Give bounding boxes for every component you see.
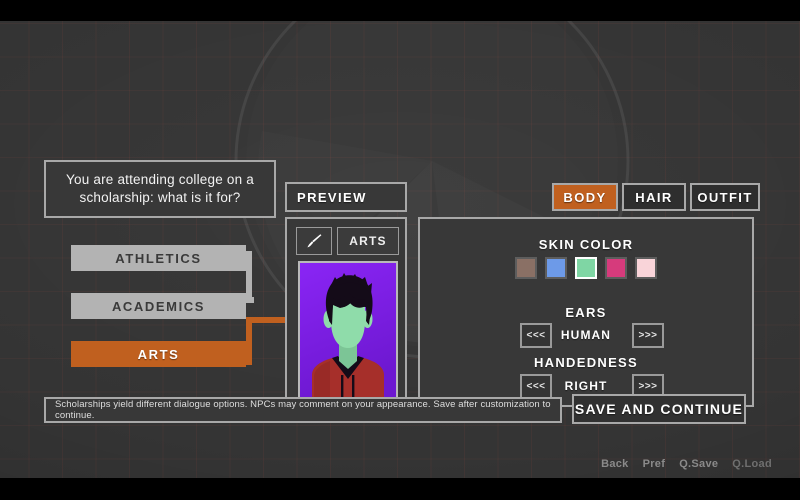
ears-value: HUMAN	[560, 328, 612, 342]
skin-swatch-3[interactable]	[605, 257, 627, 279]
tab-label: HAIR	[635, 189, 673, 205]
character-portrait-art	[300, 263, 396, 399]
quick-menu-qsave[interactable]: Q.Save	[679, 458, 718, 470]
quick-menu-back[interactable]: Back	[601, 458, 629, 470]
save-button-label: SAVE AND CONTINUE	[574, 401, 744, 417]
connector-rail-arts-horizontal	[246, 317, 286, 323]
choice-label: ACADEMICS	[111, 298, 206, 314]
save-and-continue-button[interactable]: SAVE AND CONTINUE	[572, 394, 746, 424]
preview-tag-button[interactable]: ARTS	[337, 227, 399, 255]
choice-button-athletics[interactable]: ATHLETICS	[71, 245, 246, 271]
quick-menu-pref[interactable]: Pref	[643, 458, 666, 470]
character-portrait	[298, 261, 398, 401]
connector-rail-academics-horizontal	[246, 297, 254, 303]
preview-label-text: PREVIEW	[297, 189, 367, 205]
quick-menu-qload[interactable]: Q.Load	[732, 458, 772, 470]
choice-label: ATHLETICS	[115, 250, 202, 266]
paintbrush-button[interactable]	[296, 227, 332, 255]
preview-tag-text: ARTS	[349, 234, 387, 248]
question-text: You are attending college on a scholarsh…	[66, 172, 254, 205]
skin-color-label: SKIN COLOR	[538, 237, 634, 252]
paintbrush-icon	[307, 234, 322, 248]
letterbox-bottom	[0, 478, 800, 500]
handedness-label: HANDEDNESS	[533, 355, 638, 370]
quick-menu: Back Pref Q.Save Q.Load	[601, 458, 772, 470]
tab-outfit[interactable]: OUTFIT	[690, 183, 760, 211]
skin-swatch-1[interactable]	[545, 257, 567, 279]
category-tabs: BODY HAIR OUTFIT	[552, 183, 760, 211]
skin-swatch-0[interactable]	[515, 257, 537, 279]
skin-swatch-2[interactable]	[575, 257, 597, 279]
connector-rail-arts-vertical	[246, 317, 252, 365]
customization-options-panel: SKIN COLOR EARS <<< HUMAN >>> HANDEDNESS…	[418, 217, 754, 407]
status-message-text: Scholarships yield different dialogue op…	[55, 399, 551, 421]
tab-hair[interactable]: HAIR	[622, 183, 686, 211]
arrow-right-icon: >>>	[638, 381, 658, 392]
game-canvas: You are attending college on a scholarsh…	[0, 21, 800, 478]
skin-color-swatches	[420, 257, 752, 279]
connector-rail-athletics-vertical	[246, 251, 252, 303]
preview-panel: ARTS	[285, 217, 407, 407]
game-screen: You are attending college on a scholarsh…	[0, 0, 800, 500]
tab-label: BODY	[563, 189, 607, 205]
letterbox-top	[0, 0, 800, 21]
preview-header: PREVIEW	[285, 182, 407, 212]
question-box: You are attending college on a scholarsh…	[44, 160, 276, 218]
skin-swatch-4[interactable]	[635, 257, 657, 279]
choice-button-academics[interactable]: ACADEMICS	[71, 293, 246, 319]
handedness-value: RIGHT	[564, 379, 608, 393]
arrow-right-icon: >>>	[638, 330, 658, 341]
status-message-box: Scholarships yield different dialogue op…	[44, 397, 562, 423]
choice-label: ARTS	[137, 346, 180, 362]
ears-label: EARS	[565, 305, 607, 320]
tab-body[interactable]: BODY	[552, 183, 618, 211]
choice-button-arts[interactable]: ARTS	[71, 341, 246, 367]
tab-label: OUTFIT	[697, 189, 753, 205]
ears-next-button[interactable]: >>>	[632, 323, 664, 348]
